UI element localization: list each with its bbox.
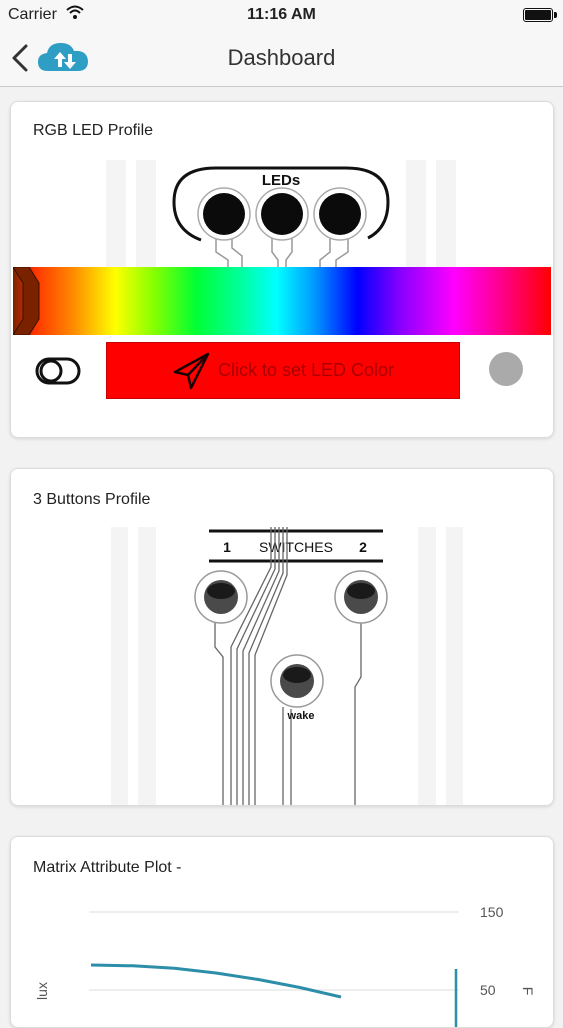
y-axis-label: lux: [34, 982, 50, 1000]
y2-tick-label: 150: [480, 904, 504, 920]
switches-board-image: 1 SWITCHES 2 wake: [111, 527, 463, 805]
switches-label: SWITCHES: [259, 539, 333, 555]
toggle-switch-icon[interactable]: [35, 356, 81, 386]
led-1-icon: [197, 187, 251, 241]
paper-plane-icon: [173, 352, 210, 389]
switch-1-label: 1: [223, 539, 231, 555]
switch-2-label: 2: [359, 539, 367, 555]
battery-icon: [523, 8, 557, 22]
matrix-attribute-chart: 150 50 lux F: [34, 904, 536, 1027]
rgb-card-title: RGB LED Profile: [33, 122, 154, 139]
rgb-led-profile-card: RGB LED Profile LEDs Click to set LED Co…: [10, 101, 554, 438]
led-2-icon: [255, 187, 309, 241]
buttons-profile-card: 3 Buttons Profile 1 SWITCHES 2 wake: [10, 468, 554, 806]
switch-1-button-icon: [194, 570, 248, 624]
buttons-card-title: 3 Buttons Profile: [33, 491, 151, 508]
status-time: 11:16 AM: [247, 6, 316, 23]
wake-label: wake: [287, 710, 315, 722]
spectrum-slider-handle[interactable]: [13, 267, 41, 335]
navigation-bar: Dashboard: [0, 30, 563, 87]
set-led-color-label: Click to set LED Color: [217, 360, 395, 380]
status-bar: Carrier 11:16 AM: [0, 0, 563, 30]
wake-button-icon: [270, 654, 324, 708]
y2-axis-label: F: [520, 987, 536, 996]
set-led-color-button[interactable]: Click to set LED Color: [106, 342, 460, 399]
series-line-0: [90, 963, 342, 999]
color-indicator-dot: [489, 352, 523, 386]
led-board-image: LEDs: [106, 160, 456, 270]
leds-label: LEDs: [262, 172, 300, 189]
color-spectrum-slider[interactable]: [13, 267, 551, 335]
y2-tick-label: 50: [480, 982, 496, 998]
switch-2-button-icon: [334, 570, 388, 624]
page-title: Dashboard: [227, 45, 336, 70]
led-3-icon: [313, 187, 367, 241]
matrix-plot-card: Matrix Attribute Plot - 150 50 lux F: [10, 836, 554, 1028]
